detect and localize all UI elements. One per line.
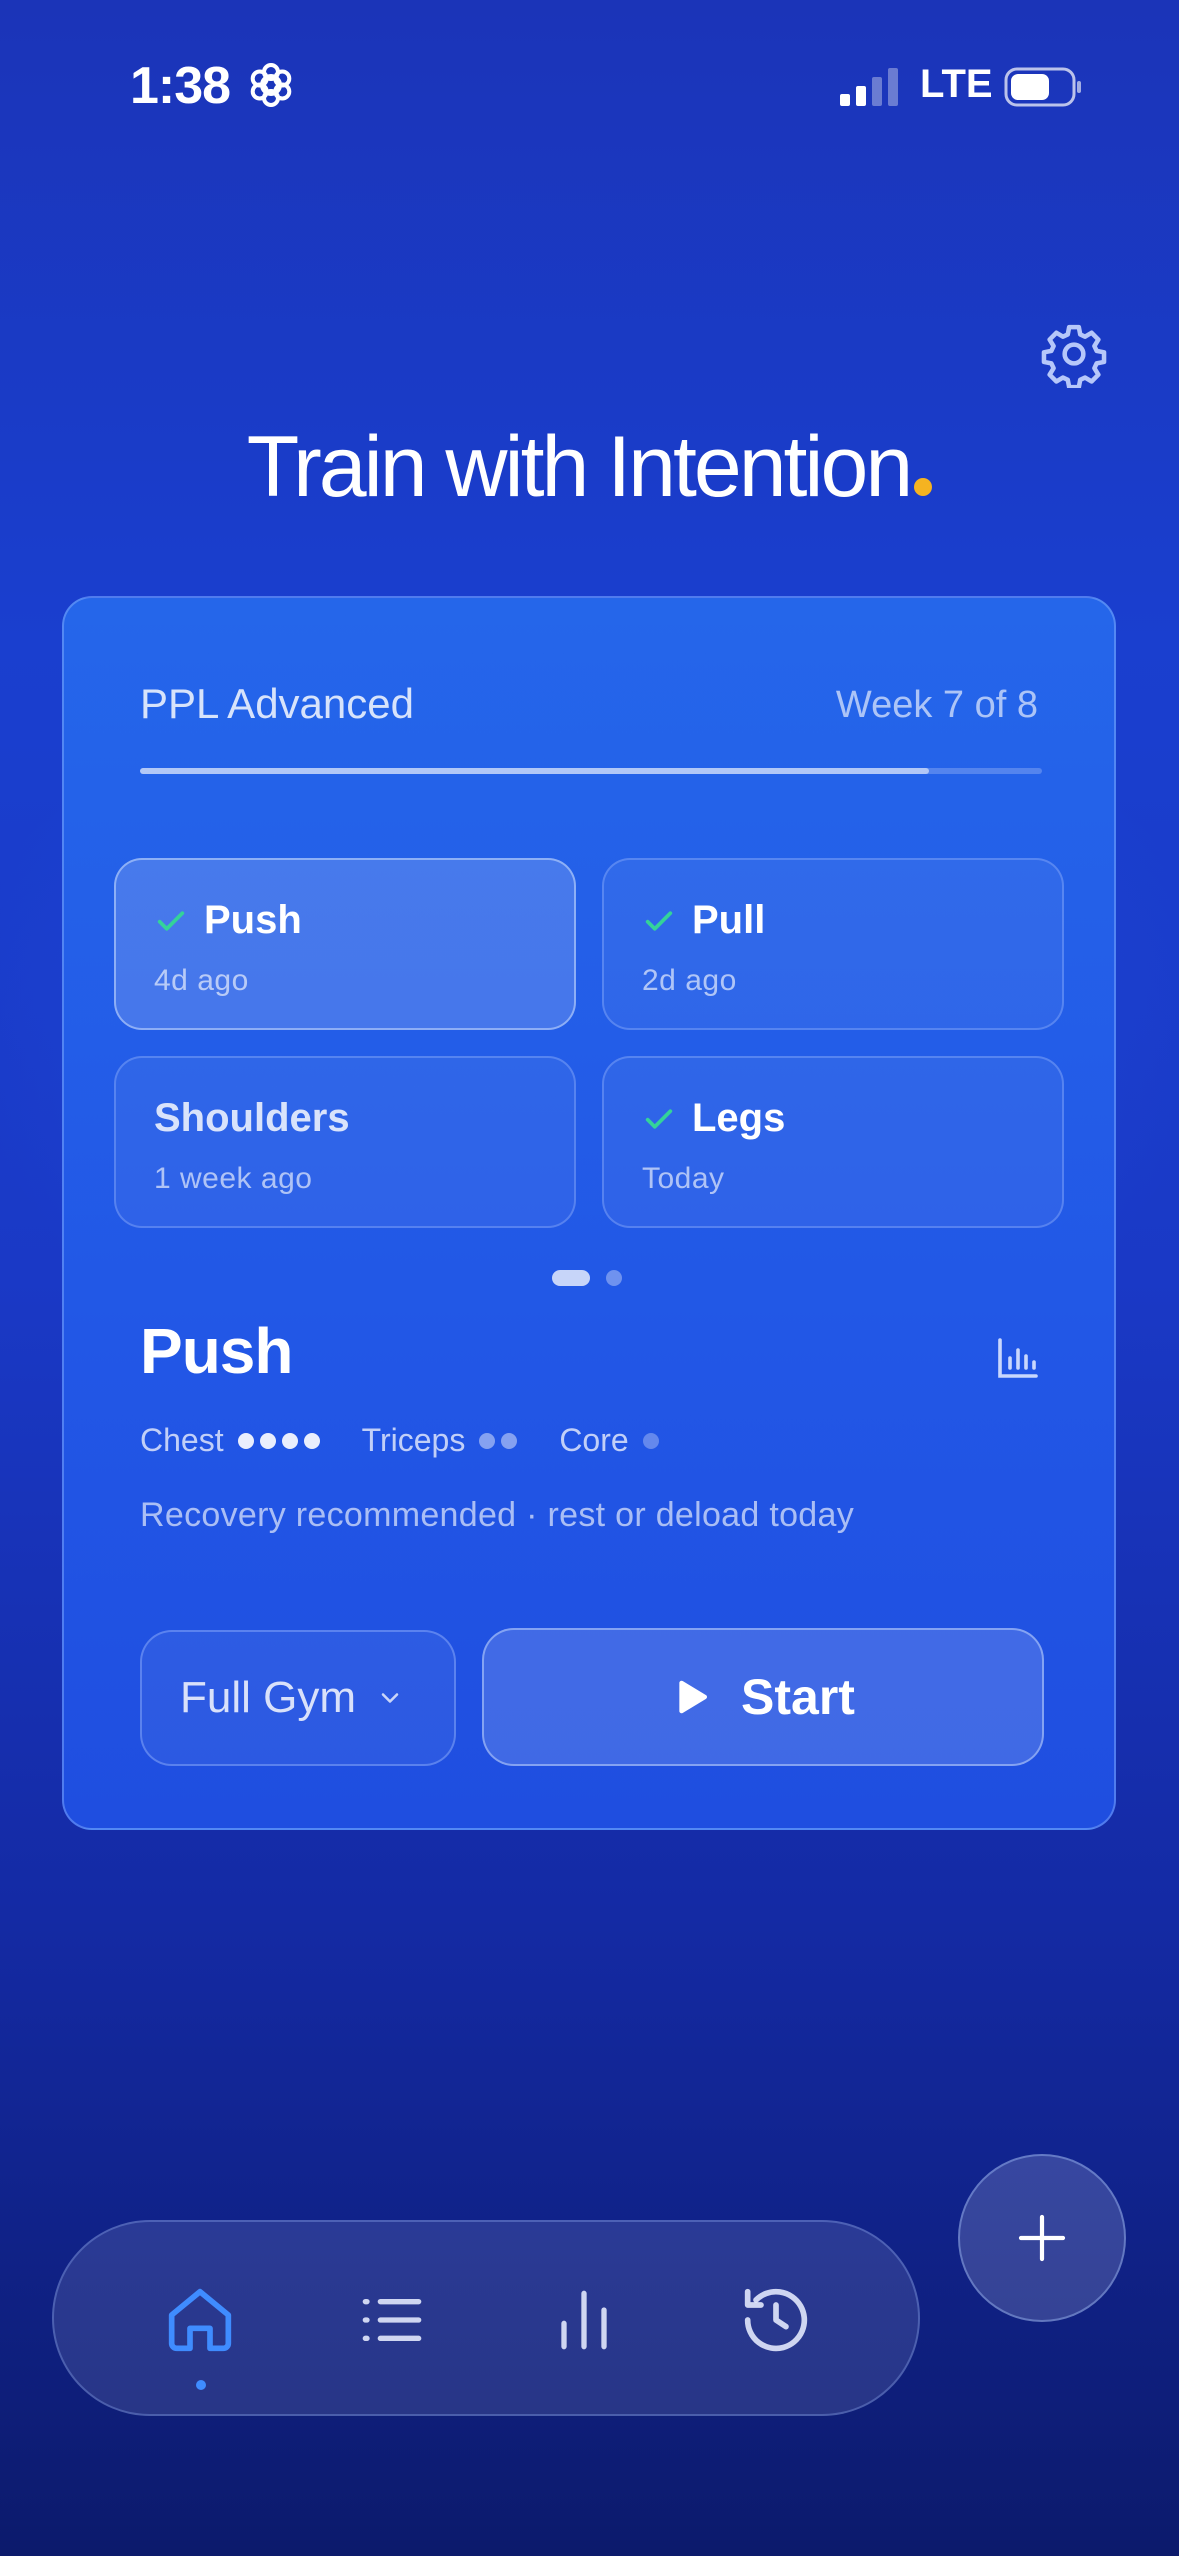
day-title: Pull: [692, 898, 766, 942]
start-label: Start: [741, 1669, 855, 1725]
intensity-dot: [642, 1432, 659, 1449]
muscle-chest: Chest: [140, 1422, 326, 1459]
start-button[interactable]: Start: [482, 1628, 1044, 1766]
muscle-label: Core: [559, 1422, 629, 1458]
tab-bar: [52, 2220, 920, 2416]
active-tab-indicator: [196, 2380, 206, 2390]
tab-home[interactable]: [160, 2280, 240, 2390]
muscle-label: Triceps: [361, 1422, 466, 1458]
page-indicator[interactable]: [552, 1270, 638, 1286]
muscle-groups: Chest Triceps Core: [140, 1422, 701, 1459]
gear-status-icon: [250, 63, 292, 107]
status-bar: 1:38 LTE: [0, 0, 1179, 170]
day-last-done: 2d ago: [642, 964, 737, 997]
intensity-dots: [479, 1432, 523, 1449]
day-title: Shoulders: [154, 1096, 350, 1140]
plus-icon: [1018, 2214, 1066, 2262]
intensity-dots: [237, 1432, 326, 1449]
intensity-dot: [479, 1432, 496, 1449]
day-tile-shoulders[interactable]: Shoulders 1 week ago: [114, 1056, 576, 1228]
page-dot-active[interactable]: [552, 1270, 590, 1286]
workout-title: Push: [140, 1315, 293, 1387]
muscle-core: Core: [559, 1422, 664, 1459]
intensity-dots: [642, 1432, 665, 1449]
settings-gear-icon[interactable]: [1040, 320, 1108, 388]
program-card: PPL Advanced Week 7 of 8 Push 4d ago Pul…: [62, 596, 1116, 1830]
day-last-done: Today: [642, 1162, 725, 1195]
intensity-dot: [237, 1432, 254, 1449]
program-progress-fill: [140, 768, 930, 774]
recovery-note: Recovery recommended · rest or deload to…: [140, 1496, 855, 1534]
status-time: 1:38: [130, 57, 231, 115]
program-progress-bar: [140, 768, 1042, 774]
accent-dot: [914, 478, 933, 496]
check-icon: [645, 1108, 673, 1129]
day-tile-push[interactable]: Push 4d ago: [114, 858, 576, 1030]
intensity-dot: [259, 1432, 276, 1449]
day-title: Legs: [692, 1096, 786, 1140]
tab-stats[interactable]: [544, 2280, 624, 2360]
bar-chart-icon: [561, 2290, 607, 2350]
check-icon: [645, 910, 673, 931]
day-title: Push: [204, 898, 302, 942]
tab-workouts[interactable]: [352, 2280, 432, 2360]
intensity-dot: [501, 1432, 518, 1449]
play-icon: [679, 1680, 708, 1714]
battery-icon: [1004, 67, 1081, 107]
list-icon: [362, 2299, 422, 2341]
stats-chart-icon[interactable]: [994, 1334, 1042, 1382]
muscle-triceps: Triceps: [362, 1422, 524, 1459]
day-tile-pull[interactable]: Pull 2d ago: [602, 858, 1064, 1030]
day-last-done: 4d ago: [154, 964, 249, 997]
signal-icon: [840, 68, 898, 106]
network-label: LTE: [920, 62, 993, 106]
program-name[interactable]: PPL Advanced: [140, 680, 414, 728]
hero-title-text: Train with Intention: [246, 419, 913, 515]
history-icon: [744, 2288, 808, 2352]
intensity-dot: [303, 1432, 320, 1449]
home-icon: [168, 2288, 232, 2352]
chevron-down-icon: [381, 1693, 399, 1703]
equipment-label: Full Gym: [180, 1673, 356, 1722]
add-button[interactable]: [958, 2154, 1126, 2322]
day-last-done: 1 week ago: [154, 1162, 313, 1195]
muscle-label: Chest: [140, 1422, 224, 1458]
day-tile-legs[interactable]: Legs Today: [602, 1056, 1064, 1228]
hero-title: Train with Intention: [0, 418, 1179, 517]
tab-history[interactable]: [736, 2280, 816, 2360]
intensity-dot: [281, 1432, 298, 1449]
check-icon: [157, 910, 185, 931]
page-dot[interactable]: [606, 1270, 622, 1286]
program-week: Week 7 of 8: [835, 684, 1038, 726]
equipment-select[interactable]: Full Gym: [140, 1630, 456, 1766]
